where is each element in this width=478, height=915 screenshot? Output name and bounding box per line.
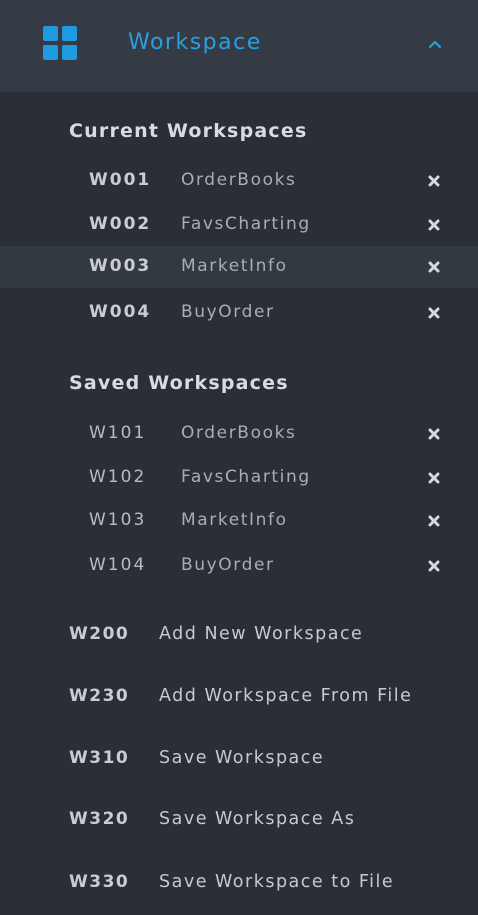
action-code: W310 xyxy=(69,748,130,768)
current-workspace-row[interactable]: W004 BuyOrder xyxy=(0,292,478,334)
add-workspace-from-file-action[interactable]: W230 Add Workspace From File xyxy=(0,674,478,720)
action-label: Save Workspace As xyxy=(159,809,356,829)
action-label: Save Workspace xyxy=(159,748,325,768)
workspace-code: W102 xyxy=(89,467,147,487)
saved-workspace-row[interactable]: W104 BuyOrder xyxy=(0,545,478,587)
workspace-name: MarketInfo xyxy=(181,256,288,276)
workspace-name: FavsCharting xyxy=(181,214,311,234)
action-code: W230 xyxy=(69,686,130,706)
saved-workspace-row[interactable]: W101 OrderBooks xyxy=(0,413,478,455)
action-label: Save Workspace to File xyxy=(159,872,395,892)
workspace-header[interactable]: Workspace xyxy=(0,0,478,92)
close-icon[interactable] xyxy=(427,514,441,528)
workspace-code: W103 xyxy=(89,510,147,530)
workspace-code: W003 xyxy=(89,256,152,276)
grid-icon xyxy=(43,26,78,61)
workspace-panel: Workspace Current Workspaces W001 OrderB… xyxy=(0,0,478,915)
close-icon[interactable] xyxy=(427,306,441,320)
close-icon[interactable] xyxy=(427,559,441,573)
save-workspace-as-action[interactable]: W320 Save Workspace As xyxy=(0,797,478,843)
action-label: Add Workspace From File xyxy=(159,686,413,706)
action-code: W320 xyxy=(69,809,130,829)
current-workspace-row-selected[interactable]: W003 MarketInfo xyxy=(0,246,478,288)
close-icon[interactable] xyxy=(427,427,441,441)
close-icon[interactable] xyxy=(427,218,441,232)
action-code: W200 xyxy=(69,624,130,644)
workspace-name: OrderBooks xyxy=(181,170,297,190)
action-label: Add New Workspace xyxy=(159,624,364,644)
workspace-code: W104 xyxy=(89,555,147,575)
saved-workspaces-title: Saved Workspaces xyxy=(69,372,289,394)
save-workspace-action[interactable]: W310 Save Workspace xyxy=(0,736,478,782)
close-icon[interactable] xyxy=(427,174,441,188)
workspace-name: BuyOrder xyxy=(181,555,275,575)
workspace-name: FavsCharting xyxy=(181,467,311,487)
workspace-code: W101 xyxy=(89,423,147,443)
current-workspace-row[interactable]: W001 OrderBooks xyxy=(0,160,478,202)
chevron-up-icon[interactable] xyxy=(427,36,443,52)
add-new-workspace-action[interactable]: W200 Add New Workspace xyxy=(0,612,478,658)
current-workspaces-title: Current Workspaces xyxy=(69,120,308,142)
close-icon[interactable] xyxy=(427,471,441,485)
workspace-name: OrderBooks xyxy=(181,423,297,443)
saved-workspace-row[interactable]: W102 FavsCharting xyxy=(0,457,478,499)
workspace-name: BuyOrder xyxy=(181,302,275,322)
workspace-code: W002 xyxy=(89,214,152,234)
saved-workspace-row[interactable]: W103 MarketInfo xyxy=(0,500,478,542)
header-title: Workspace xyxy=(128,30,262,55)
action-code: W330 xyxy=(69,872,130,892)
workspace-code: W001 xyxy=(89,170,152,190)
workspace-name: MarketInfo xyxy=(181,510,288,530)
save-workspace-to-file-action[interactable]: W330 Save Workspace to File xyxy=(0,860,478,906)
current-workspace-row[interactable]: W002 FavsCharting xyxy=(0,204,478,246)
workspace-code: W004 xyxy=(89,302,152,322)
close-icon[interactable] xyxy=(427,260,441,274)
